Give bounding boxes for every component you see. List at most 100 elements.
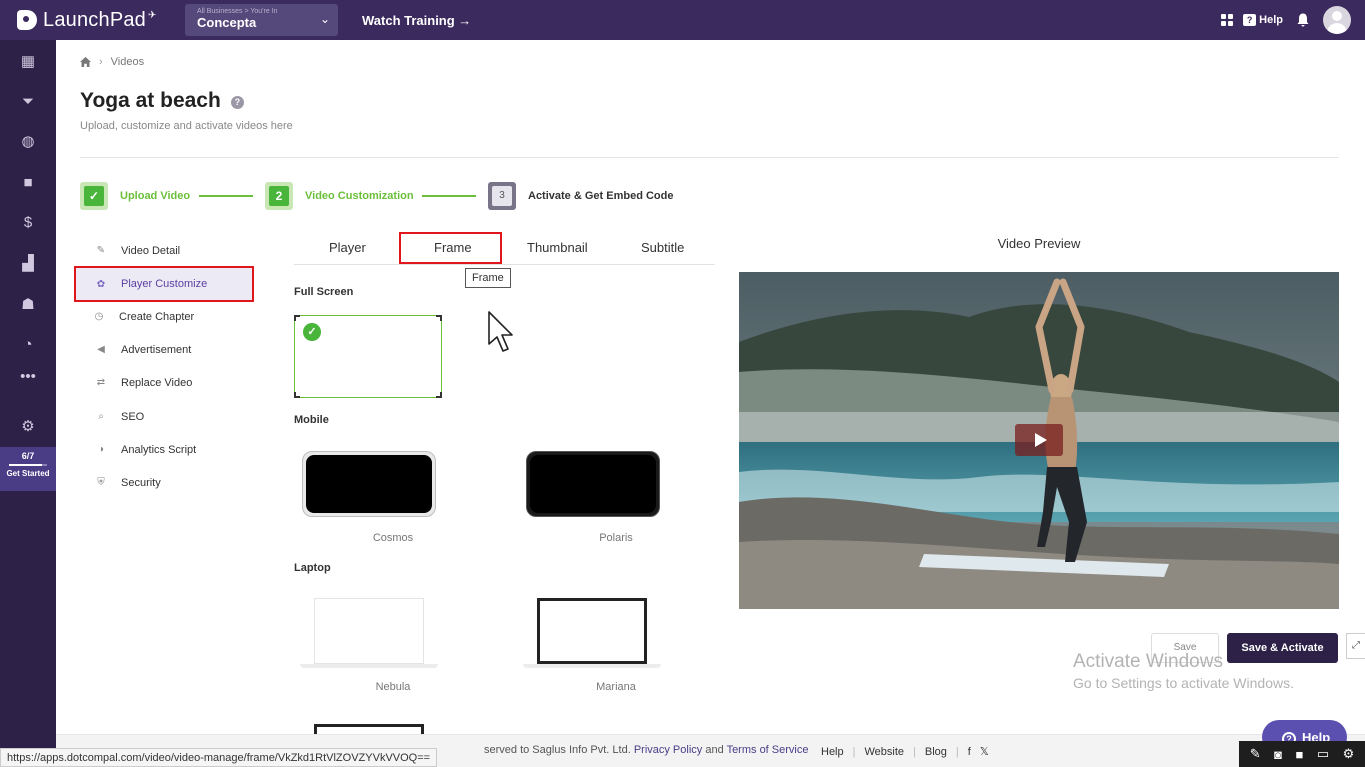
window-icon[interactable]: ▭ [1317,746,1329,762]
dashboard-icon[interactable]: ▦ [20,54,36,70]
play-button[interactable] [1015,424,1063,456]
settings-icon[interactable]: ⚙ [1343,746,1355,762]
step-label: Activate & Get Embed Code [528,190,674,202]
tab-player[interactable]: Player [329,240,366,255]
menu-item-seo[interactable]: ⌕ SEO [74,400,254,433]
frame-full-screen[interactable]: ✓ [294,315,442,398]
dollar-icon[interactable]: $ [20,215,36,231]
camera-icon[interactable]: ◙ [1274,747,1282,762]
device-name: Mariana [596,681,636,693]
mobile-label: Mobile [294,414,329,426]
menu-item-label: Video Detail [121,244,181,257]
watch-training-link[interactable]: Watch Training → [362,13,471,28]
page-title: Yoga at beach [80,89,221,112]
menu-item-replace-video[interactable]: ⇄ Replace Video [74,366,254,399]
help-circle-icon[interactable]: ? [230,96,244,109]
apps-grid-icon[interactable] [1221,14,1234,26]
selected-check-icon: ✓ [303,323,321,341]
footer-and: and [705,744,724,756]
privacy-policy-link[interactable]: Privacy Policy [634,744,702,756]
menu-item-label: SEO [121,410,145,423]
business-name: Concepta [197,15,257,30]
menu-item-label: Advertisement [121,343,192,356]
analytics-icon[interactable]: ◔ [20,337,36,353]
step-number: 2 [269,186,289,206]
video-icon[interactable]: ■ [20,175,36,191]
home-icon[interactable] [80,57,91,67]
progress-count: 6/7 [21,451,35,461]
check-icon: ✓ [84,186,104,206]
footer-separator: | [913,745,916,758]
step-label: Video Customization [305,190,414,202]
menu-item-analytics-script[interactable]: ◑ Analytics Script [74,433,254,466]
video-record-icon[interactable]: ■ [1295,747,1303,762]
pen-icon[interactable]: ✎ [1250,746,1261,762]
windows-activation-watermark: Activate Windows Go to Settings to activ… [1073,651,1294,691]
footer-separator: | [955,745,959,758]
menu-item-label: Analytics Script [121,443,197,456]
progress-label: Get Started [6,469,50,478]
chart-icon[interactable]: ▟ [20,256,36,272]
progress-bar [9,464,47,466]
tab-thumbnail[interactable]: Thumbnail [527,240,588,255]
full-screen-label: Full Screen [294,286,354,298]
menu-item-label: Replace Video [121,376,193,389]
help-button[interactable]: ? Help [1243,14,1283,26]
menu-item-video-detail[interactable]: ✎ Video Detail [74,234,254,267]
shield-icon: ⛨ [97,477,105,488]
menu-item-label: Create Chapter [119,310,195,323]
breadcrumb-current[interactable]: Videos [111,56,144,68]
menu-item-create-chapter[interactable]: ◷ Create Chapter [74,300,254,333]
screen-recorder-toolbar: ✎ ◙ ■ ▭ ⚙ [1239,741,1365,767]
help-label: Help [1259,14,1283,26]
menu-item-player-customize[interactable]: ✿ Player Customize [74,266,254,302]
bell-icon[interactable] [1297,13,1309,27]
step-activate-embed[interactable]: 3 Activate & Get Embed Code [488,182,673,210]
get-started-progress[interactable]: 6/7 Get Started [0,447,56,491]
footer-link-blog[interactable]: Blog [925,746,947,758]
corner-mark [294,315,300,321]
people-icon[interactable]: ☗ [20,297,36,313]
funnel-icon[interactable]: ⏷ [20,94,36,110]
user-avatar[interactable] [1323,6,1351,34]
search-icon: ⌕ [98,411,104,422]
facebook-icon[interactable]: f [968,746,971,758]
mouse-cursor-icon [488,311,513,352]
divider [80,157,1339,158]
tab-subtitle[interactable]: Subtitle [641,240,684,255]
step-connector [199,195,253,197]
device-name: Cosmos [372,532,414,544]
step-label: Upload Video [120,190,191,202]
footer-links: Help | Website | Blog | f 𝕏 [821,745,998,759]
status-bar-url: https://apps.dotcompal.com/video/video-m… [0,748,438,767]
expand-panel-icon[interactable]: ⤢ [1346,633,1365,659]
tab-frame[interactable]: Frame [434,240,472,255]
globe-icon[interactable]: ◍ [20,134,36,150]
frame-laptop-next[interactable] [314,724,424,734]
step-video-customization[interactable]: 2 Video Customization [265,182,414,210]
footer-link-website[interactable]: Website [864,746,904,758]
menu-item-security[interactable]: ⛨ Security [74,466,254,499]
menu-item-advertisement[interactable]: ◀ Advertisement [74,333,254,366]
top-navbar: LaunchPad ✈ All Businesses > You're In C… [0,0,1365,40]
video-preview-player[interactable] [739,272,1339,609]
rocket-icon: ✈ [148,9,157,21]
more-icon[interactable]: ••• [20,369,36,385]
analytics-icon: ◑ [97,444,105,455]
footer-copyright: served to Saglus Info Pvt. Ltd. Privacy … [484,744,808,756]
frame-mobile-polaris[interactable] [526,451,660,517]
device-name: Polaris [599,532,633,544]
business-selector[interactable]: All Businesses > You're In Concepta ⌄ [185,4,338,36]
app-logo[interactable]: LaunchPad ✈ [17,9,185,32]
settings-icon[interactable]: ⚙ [20,419,36,435]
app-name: LaunchPad [43,8,147,31]
corner-mark [436,392,442,398]
step-upload-video[interactable]: ✓ Upload Video [80,182,190,210]
frame-mobile-cosmos[interactable] [302,451,436,517]
chevron-down-icon: ⌄ [319,12,330,26]
terms-of-service-link[interactable]: Terms of Service [727,744,809,756]
copyright-text: served to Saglus Info Pvt. Ltd. [484,744,631,756]
x-twitter-icon[interactable]: 𝕏 [980,745,989,758]
breadcrumb-separator-icon: › [99,56,103,68]
footer-link-help[interactable]: Help [821,746,844,758]
